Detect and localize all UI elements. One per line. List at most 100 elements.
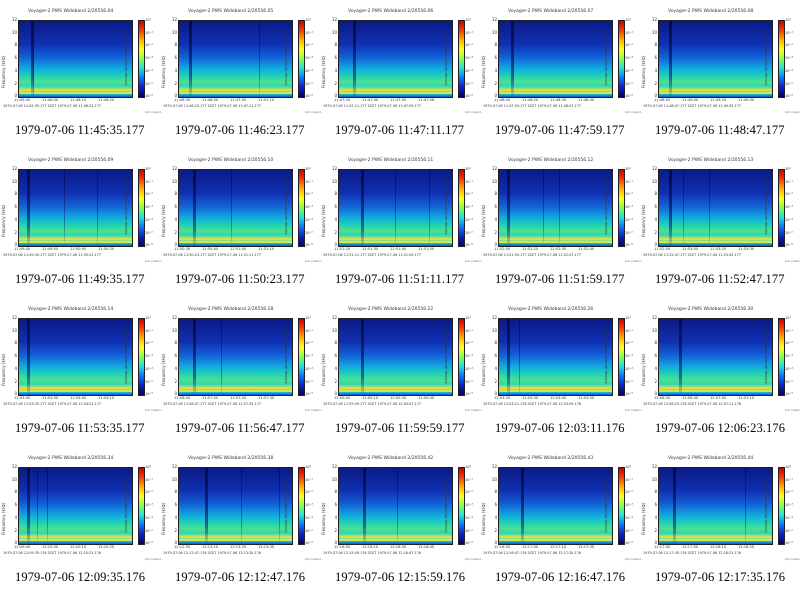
thumbnail-caption[interactable]: 1979-07-06 11:59:59.177 [335,421,485,436]
colorbar [778,169,785,247]
thumbnail-caption[interactable]: 1979-07-06 11:53:35.177 [15,421,165,436]
y-tick-label: 12 [171,17,177,22]
spectrogram-thumbnail[interactable]: Voyager-2 PWS Wideband 2/20556.42 Frequen… [320,447,483,596]
spectrogram-thumbnail[interactable]: Voyager-2 PWS Wideband 2/20556.12 Frequen… [480,149,643,298]
thumbnail-caption[interactable]: 1979-07-06 11:50:23.177 [175,272,325,287]
x-axis-label: 1979-07-06 11:50:23.177 SCET 1979-07-06 … [163,253,262,257]
x-tick-label: 11:57:00 [202,396,219,400]
thumbnail-caption[interactable]: 1979-07-06 11:45:35.177 [15,123,165,138]
thumbnail-caption[interactable]: 1979-07-06 12:17:35.176 [655,570,800,585]
y-axis-ticks: 12 10 8 6 4 2 0 [489,316,497,396]
x-tick-label: 11:53:40 [14,396,31,400]
spectrogram-thumbnail[interactable]: Voyager-2 PWS Wideband 2/20556.44 Frequen… [640,447,800,596]
spectrogram-thumbnail[interactable]: Voyager-2 PWS Wideband 2/20556.14 Frequen… [0,298,163,447]
spectrogram-thumbnail[interactable]: Voyager-2 PWS Wideband 2/20556.34 Frequen… [0,447,163,596]
colorbar-tick-label: 10⁻⁵ [465,379,473,384]
spectrogram-thumbnail[interactable]: Voyager-2 PWS Wideband 2/20556.08 Frequen… [640,0,800,149]
thumbnail-caption[interactable]: 1979-07-06 11:46:23.177 [175,123,325,138]
y-tick-label: 2 [174,527,177,533]
y-tick-label: 6 [174,502,177,508]
thumbnail-caption[interactable]: 1979-07-06 11:47:11.177 [335,123,485,138]
thumbnail-caption[interactable]: 1979-07-06 12:16:47.176 [495,570,645,585]
y-axis-label: Frequency (kHz) [161,502,166,535]
thumbnail-caption[interactable]: 1979-07-06 12:06:23.176 [655,421,800,436]
colorbar-tick-label: 10⁻¹ [305,328,313,333]
x-tick-label: 12:16:10 [362,545,379,549]
y-tick-label: 8 [174,191,177,197]
spectrogram-thumbnail[interactable]: Voyager-2 PWS Wideband 2/20556.22 Frequen… [320,298,483,447]
colorbar [618,318,625,396]
x-tick-label: 11:50:30 [174,247,191,251]
colorbar-tick-label: 10¹ [305,465,312,469]
colorbar-tick-label: 10⁻¹ [145,179,153,184]
x-tick-label: 11:47:10 [258,98,275,102]
spectrogram-thumbnail[interactable]: Voyager-2 PWS Wideband 2/20556.18 Frequen… [160,298,323,447]
thumbnail-caption[interactable]: 1979-07-06 11:51:11.177 [335,272,485,287]
colorbar-tick-label: 10⁻³ [465,503,473,508]
colorbar [458,20,465,98]
thumbnail-caption[interactable]: 1979-07-06 11:49:35.177 [15,272,165,287]
interference-streak [361,319,364,395]
y-tick-label: 12 [11,315,17,320]
y-axis-ticks: 12 10 8 6 4 2 0 [649,316,657,396]
y-tick-label: 8 [174,340,177,346]
x-tick-label: 11:56:50 [174,396,191,400]
interference-streak [64,170,65,246]
y-axis-label: Frequency (kHz) [1,55,6,88]
colorbar-tick-label: 10⁻¹ [145,477,153,482]
colorbar-tick-label: 10⁻⁶ [305,243,313,248]
spectrogram-thumbnail[interactable]: Voyager-2 PWS Wideband 2/20556.09 Frequen… [0,149,163,298]
colorbar-tick-label: 10⁻⁵ [785,379,793,384]
plot-title: Voyager-2 PWS Wideband 2/20556.14 [28,307,114,312]
colorbar-tick-label: 10¹ [785,316,792,320]
thumbnail-caption[interactable]: 1979-07-06 12:03:11.176 [495,421,645,436]
x-tick-label: 11:47:20 [334,98,351,102]
spectrogram-thumbnail[interactable]: Voyager-2 PWS Wideband 2/20556.07 Frequen… [480,0,643,149]
plot-title: Voyager-2 PWS Wideband 2/20556.38 [188,456,274,461]
spectrogram-thumbnail[interactable]: Voyager-2 PWS Wideband 2/20556.13 Frequen… [640,149,800,298]
plot-title: Voyager-2 PWS Wideband 2/20556.12 [508,158,594,163]
colorbar-tick-label: 10⁻⁶ [145,94,153,99]
spectrogram-plot [498,169,613,247]
colorbar-tick-label: 10⁻³ [625,503,633,508]
spectrogram-thumbnail[interactable]: Voyager-2 PWS Wideband 2/20556.05 Frequen… [160,0,323,149]
spectrogram-thumbnail[interactable]: Voyager-2 PWS Wideband 2/20556.43 Frequen… [480,447,643,596]
thumbnail-caption[interactable]: 1979-07-06 11:52:47.177 [655,272,800,287]
x-tick-label: 11:47:30 [362,98,379,102]
spectrogram-thumbnail[interactable]: Voyager-2 PWS Wideband 2/20556.30 Frequen… [640,298,800,447]
spectrogram-thumbnail[interactable]: Voyager-2 PWS Wideband 2/20556.06 Frequen… [320,0,483,149]
spectrogram-thumbnail[interactable]: Voyager-2 PWS Wideband 2/20556.11 Frequen… [320,149,483,298]
colorbar-tick-label: 10⁻⁴ [625,217,633,222]
x-tick-label: 12:13:20 [230,545,247,549]
thumbnail-caption[interactable]: 1979-07-06 12:09:35.176 [15,570,165,585]
emission-band [499,539,612,541]
y-tick-label: 4 [14,365,17,371]
spectrogram-thumbnail[interactable]: Voyager-2 PWS Wideband 2/20556.04 Frequen… [0,0,163,149]
x-tick-label: 11:46:10 [70,98,87,102]
colorbar-label: relative power spectral density [604,30,608,86]
colorbar-tick-label: 10⁻² [465,341,473,346]
thumbnail-caption[interactable]: 1979-07-06 12:12:47.176 [175,570,325,585]
thumbnail-caption[interactable]: 1979-07-06 11:51:59.177 [495,272,645,287]
thumbnail-caption[interactable]: 1979-07-06 12:15:59.176 [335,570,485,585]
colorbar-tick-label: 10⁻⁵ [465,81,473,86]
y-axis-ticks: 12 10 8 6 4 2 0 [169,18,177,98]
spectrogram-thumbnail[interactable]: Voyager-2 PWS Wideband 2/20556.10 Frequen… [160,149,323,298]
y-tick-label: 12 [651,166,657,171]
interference-streak [241,468,242,544]
y-axis-label: Frequency (kHz) [641,502,646,535]
thumbnail-caption[interactable]: 1979-07-06 11:47:59.177 [495,123,645,138]
thumbnail-caption[interactable]: 1979-07-06 11:48:47.177 [655,123,800,138]
colorbar-tick-label: 10⁻⁴ [145,217,153,222]
y-tick-label: 2 [494,527,497,533]
spectrogram-plot [178,169,293,247]
interference-streak [429,170,430,246]
spectrogram-thumbnail[interactable]: Voyager-2 PWS Wideband 2/20556.38 Frequen… [160,447,323,596]
y-tick-label: 10 [171,178,177,184]
colorbar-label: relative power spectral density [124,179,128,235]
colorbar-label: relative power spectral density [604,179,608,235]
thumbnail-caption[interactable]: 1979-07-06 11:56:47.177 [175,421,325,436]
spectrogram-thumbnail[interactable]: Voyager-2 PWS Wideband 2/20556.26 Frequen… [480,298,643,447]
colorbar-tick-label: 10⁻³ [465,205,473,210]
x-tick-label: 12:00:40 [418,396,435,400]
